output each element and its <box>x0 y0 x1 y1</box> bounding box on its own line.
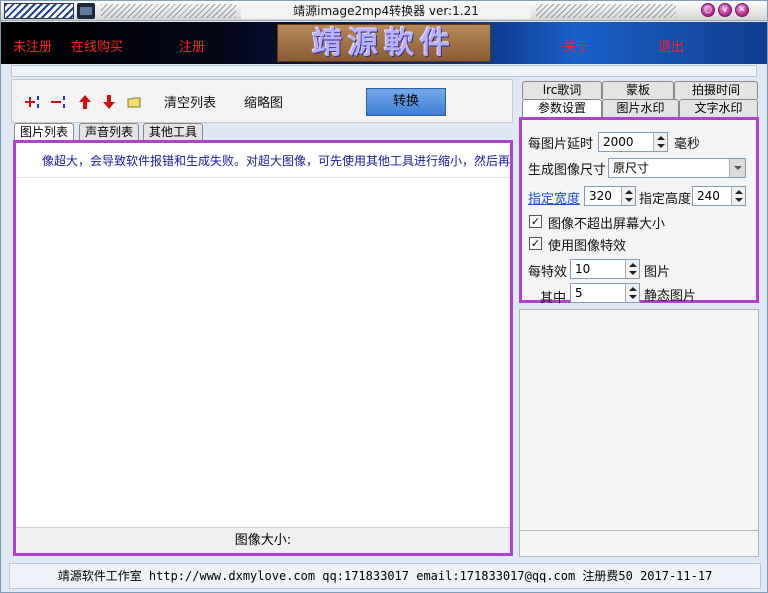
width-value: 320 <box>589 189 612 203</box>
height-value: 240 <box>697 189 720 203</box>
no-exceed-screen-label: 图像不超出屏幕大小 <box>548 217 666 232</box>
per-effect-label: 每特效 <box>528 265 568 280</box>
spin-arrows-icon[interactable] <box>621 187 635 205</box>
delay-unit: 毫秒 <box>674 137 701 152</box>
spin-arrows-icon[interactable] <box>653 133 667 151</box>
use-effects-checkbox[interactable]: ✓ <box>529 237 542 250</box>
chevron-down-icon[interactable] <box>729 159 745 177</box>
divider <box>16 177 510 178</box>
tab-mask[interactable]: 蒙板 <box>602 81 674 99</box>
tab-text-watermark[interactable]: 文字水印 <box>679 99 758 117</box>
register-link[interactable]: 注册 <box>179 36 205 55</box>
status-bar: 靖源软件工作室 http://www.dxmylove.com qq:17183… <box>9 563 761 589</box>
per-effect-unit: 图片 <box>644 265 671 280</box>
tab-image-list[interactable]: 图片列表 <box>14 123 75 141</box>
tab-shoot-time[interactable]: 拍摄时间 <box>674 81 758 99</box>
right-empty-panel <box>519 309 759 531</box>
tab-image-watermark[interactable]: 图片水印 <box>602 99 679 117</box>
tab-sound-list[interactable]: 声音列表 <box>79 123 140 140</box>
buy-online-link[interactable]: 在线购买 <box>71 36 123 55</box>
right-bottom-panel <box>519 531 759 557</box>
company-logo: 靖源軟件 <box>277 24 491 62</box>
output-size-value: 原尺寸 <box>613 161 650 175</box>
spin-arrows-icon[interactable] <box>625 284 639 302</box>
title-bar[interactable]: 靖源image2mp4转换器 ver:1.21 ○ ∨ ✕ <box>1 1 767 21</box>
per-effect-stepper[interactable]: 10 <box>570 259 640 279</box>
image-size-label: 图像大小: <box>16 527 510 553</box>
title-hatch-left <box>101 4 236 18</box>
delay-stepper[interactable]: 2000 <box>598 132 668 152</box>
list-item-text: 像超大，会导致软件报错和生成失败。对超大图像，可先使用其他工具进行缩小，然后再 <box>41 154 510 168</box>
among-unit: 静态图片 <box>644 289 697 304</box>
window-title: 靖源image2mp4转换器 ver:1.21 <box>241 3 531 19</box>
remove-image-icon[interactable] <box>50 94 68 110</box>
image-list[interactable]: 像超大，会导致软件报错和生成失败。对超大图像，可先使用其他工具进行缩小，然后再 … <box>13 140 513 556</box>
output-size-select[interactable]: 原尺寸 <box>608 158 746 178</box>
tab-params[interactable]: 参数设置 <box>522 99 602 117</box>
delay-label: 每图片延时 <box>528 137 594 152</box>
clear-list-button[interactable]: 清空列表 <box>164 92 216 111</box>
output-size-label: 生成图像尺寸 <box>528 163 607 178</box>
no-exceed-screen-checkbox[interactable]: ✓ <box>529 215 542 228</box>
banner: 未注册 在线购买 注册 靖源軟件 关于 退出 <box>1 22 767 64</box>
unregistered-link[interactable]: 未注册 <box>13 36 52 55</box>
tab-lrc[interactable]: lrc歌词 <box>522 81 602 99</box>
title-hatch-right <box>536 4 676 18</box>
app-icon[interactable] <box>77 3 95 19</box>
panel-strip <box>11 65 757 77</box>
move-down-icon[interactable] <box>100 94 118 110</box>
among-value: 5 <box>575 286 583 300</box>
app-window: 靖源image2mp4转换器 ver:1.21 ○ ∨ ✕ 未注册 在线购买 注… <box>0 0 768 593</box>
move-up-icon[interactable] <box>76 94 94 110</box>
height-label: 指定高度 <box>639 192 692 207</box>
close-icon[interactable]: ✕ <box>735 3 749 17</box>
settings-panel: 每图片延时 2000 毫秒 生成图像尺寸 原尺寸 指定宽度 320 指定高度 2… <box>519 117 759 306</box>
tab-other-tools[interactable]: 其他工具 <box>143 123 204 140</box>
list-item[interactable]: 像超大，会导致软件报错和生成失败。对超大图像，可先使用其他工具进行缩小，然后再 <box>16 151 510 171</box>
toolbar: 清空列表 缩略图 转换 <box>11 79 513 123</box>
folder-icon[interactable] <box>126 94 144 110</box>
minimize-icon[interactable]: ○ <box>701 3 715 17</box>
per-effect-value: 10 <box>575 262 591 276</box>
width-stepper[interactable]: 320 <box>584 186 636 206</box>
height-stepper[interactable]: 240 <box>692 186 746 206</box>
title-bar-pattern <box>4 3 74 19</box>
among-stepper[interactable]: 5 <box>570 283 640 303</box>
maximize-icon[interactable]: ∨ <box>718 3 732 17</box>
width-link[interactable]: 指定宽度 <box>528 188 580 207</box>
spin-arrows-icon[interactable] <box>625 260 639 278</box>
add-images-icon[interactable] <box>24 94 42 110</box>
among-label: 其中 <box>540 291 567 306</box>
delay-value: 2000 <box>603 135 634 149</box>
exit-link[interactable]: 退出 <box>658 36 684 55</box>
spin-arrows-icon[interactable] <box>731 187 745 205</box>
use-effects-label: 使用图像特效 <box>548 239 627 254</box>
about-link[interactable]: 关于 <box>563 36 589 55</box>
convert-button[interactable]: 转换 <box>366 88 446 116</box>
thumbnail-button[interactable]: 缩略图 <box>244 92 283 111</box>
